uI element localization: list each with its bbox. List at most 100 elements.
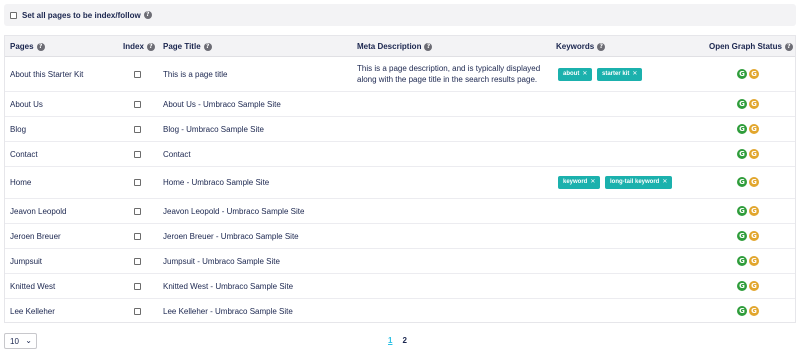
og-orange-status-icon[interactable]: G: [749, 256, 759, 266]
table-row: Jeroen Breuer Jeroen Breuer - Umbraco Sa…: [5, 224, 795, 249]
og-orange-status-icon[interactable]: G: [749, 124, 759, 134]
table-row: Lee Kelleher Lee Kelleher - Umbraco Samp…: [5, 299, 795, 323]
chevron-down-icon: ⌄: [25, 336, 32, 345]
og-green-status-icon[interactable]: G: [737, 231, 747, 241]
open-graph-status: G G: [737, 306, 759, 316]
og-orange-status-icon[interactable]: G: [749, 149, 759, 159]
index-checkbox[interactable]: [134, 71, 141, 78]
close-icon[interactable]: ✕: [632, 71, 637, 77]
og-green-status-icon[interactable]: G: [737, 206, 747, 216]
close-icon[interactable]: ✕: [662, 179, 667, 185]
open-graph-status: G G: [737, 149, 759, 159]
page-title-cell: Contact: [163, 150, 191, 159]
og-green-status-icon[interactable]: G: [737, 124, 747, 134]
help-icon[interactable]: ?: [146, 42, 155, 51]
keyword-tag: starter kit ✕: [597, 68, 643, 81]
help-icon[interactable]: ?: [784, 42, 793, 51]
page-name[interactable]: Jeavon Leopold: [10, 207, 67, 216]
header-page-title-label: Page Title: [163, 42, 201, 51]
header-meta-description-label: Meta Description: [357, 42, 422, 51]
index-checkbox[interactable]: [134, 283, 141, 290]
keyword-tag-label: keyword: [563, 179, 588, 185]
meta-description-cell: This is a page description, and is typic…: [357, 64, 541, 84]
index-checkbox[interactable]: [134, 308, 141, 315]
page-name[interactable]: Contact: [10, 150, 38, 159]
open-graph-status: G G: [737, 206, 759, 216]
set-all-index-follow-label: Set all pages to be index/follow: [22, 10, 141, 20]
index-checkbox[interactable]: [134, 179, 141, 186]
page-link-1[interactable]: 1: [388, 336, 392, 345]
page-name[interactable]: Knitted West: [10, 282, 55, 291]
page-title-cell: Home - Umbraco Sample Site: [163, 178, 270, 187]
table-row: Blog Blog - Umbraco Sample Site G G: [5, 117, 795, 142]
og-orange-status-icon[interactable]: G: [749, 177, 759, 187]
header-open-graph-status: Open Graph Status?: [709, 42, 793, 51]
page-name[interactable]: About Us: [10, 100, 43, 109]
page-title-cell: Jumpsuit - Umbraco Sample Site: [163, 257, 280, 266]
og-green-status-icon[interactable]: G: [737, 306, 747, 316]
page-size-select[interactable]: 10 ⌄: [4, 333, 37, 349]
og-orange-status-icon[interactable]: G: [749, 69, 759, 79]
index-checkbox[interactable]: [134, 151, 141, 158]
open-graph-status: G G: [737, 231, 759, 241]
set-all-index-follow-checkbox[interactable]: [10, 11, 17, 19]
header-keywords: Keywords?: [556, 42, 606, 51]
index-checkbox[interactable]: [134, 258, 141, 265]
help-icon[interactable]: ?: [143, 11, 152, 19]
help-icon[interactable]: ?: [424, 42, 433, 51]
keyword-tag-label: about: [563, 71, 580, 77]
og-green-status-icon[interactable]: G: [737, 69, 747, 79]
open-graph-status: G G: [737, 177, 759, 187]
table-row: Contact Contact G G: [5, 142, 795, 167]
table-row: Jumpsuit Jumpsuit - Umbraco Sample Site …: [5, 249, 795, 274]
page-name[interactable]: About this Starter Kit: [10, 70, 83, 79]
index-checkbox[interactable]: [134, 233, 141, 240]
page-link-2[interactable]: 2: [402, 336, 406, 345]
close-icon[interactable]: ✕: [590, 179, 595, 185]
close-icon[interactable]: ✕: [582, 71, 587, 77]
open-graph-status: G G: [737, 69, 759, 79]
og-orange-status-icon[interactable]: G: [749, 206, 759, 216]
og-orange-status-icon[interactable]: G: [749, 281, 759, 291]
page-title-cell: Lee Kelleher - Umbraco Sample Site: [163, 307, 293, 316]
table-row: About this Starter Kit This is a page ti…: [5, 57, 795, 92]
header-index-label: Index: [123, 42, 144, 51]
seo-pages-table: Pages? Index? Page Title? Meta Descripti…: [4, 35, 796, 323]
page-title-cell: About Us - Umbraco Sample Site: [163, 100, 281, 109]
keyword-tag: long-tail keyword ✕: [605, 176, 673, 189]
index-checkbox[interactable]: [134, 126, 141, 133]
help-icon[interactable]: ?: [203, 42, 212, 51]
page-name[interactable]: Home: [10, 178, 31, 187]
og-orange-status-icon[interactable]: G: [749, 231, 759, 241]
open-graph-status: G G: [737, 124, 759, 134]
page-name[interactable]: Blog: [10, 125, 26, 134]
keyword-tag-label: long-tail keyword: [610, 179, 660, 185]
og-orange-status-icon[interactable]: G: [749, 99, 759, 109]
keyword-tag: keyword ✕: [558, 176, 601, 189]
open-graph-status: G G: [737, 281, 759, 291]
page-title-cell: Jeavon Leopold - Umbraco Sample Site: [163, 207, 305, 216]
open-graph-status: G G: [737, 99, 759, 109]
page-title-cell: Jeroen Breuer - Umbraco Sample Site: [163, 232, 299, 241]
page-name[interactable]: Jumpsuit: [10, 257, 42, 266]
page-title-cell: This is a page title: [163, 70, 228, 79]
help-icon[interactable]: ?: [36, 42, 45, 51]
page-size-value: 10: [10, 337, 19, 346]
table-row: About Us About Us - Umbraco Sample Site …: [5, 92, 795, 117]
header-pages: Pages?: [10, 42, 45, 51]
page-name[interactable]: Lee Kelleher: [10, 307, 55, 316]
index-checkbox[interactable]: [134, 101, 141, 108]
og-green-status-icon[interactable]: G: [737, 256, 747, 266]
og-orange-status-icon[interactable]: G: [749, 306, 759, 316]
open-graph-status: G G: [737, 256, 759, 266]
page-name[interactable]: Jeroen Breuer: [10, 232, 61, 241]
page-title-cell: Blog - Umbraco Sample Site: [163, 125, 264, 134]
og-green-status-icon[interactable]: G: [737, 99, 747, 109]
help-icon[interactable]: ?: [597, 42, 606, 51]
og-green-status-icon[interactable]: G: [737, 281, 747, 291]
og-green-status-icon[interactable]: G: [737, 177, 747, 187]
header-pages-label: Pages: [10, 42, 34, 51]
pagination: 1 2: [388, 336, 407, 345]
index-checkbox[interactable]: [134, 208, 141, 215]
og-green-status-icon[interactable]: G: [737, 149, 747, 159]
